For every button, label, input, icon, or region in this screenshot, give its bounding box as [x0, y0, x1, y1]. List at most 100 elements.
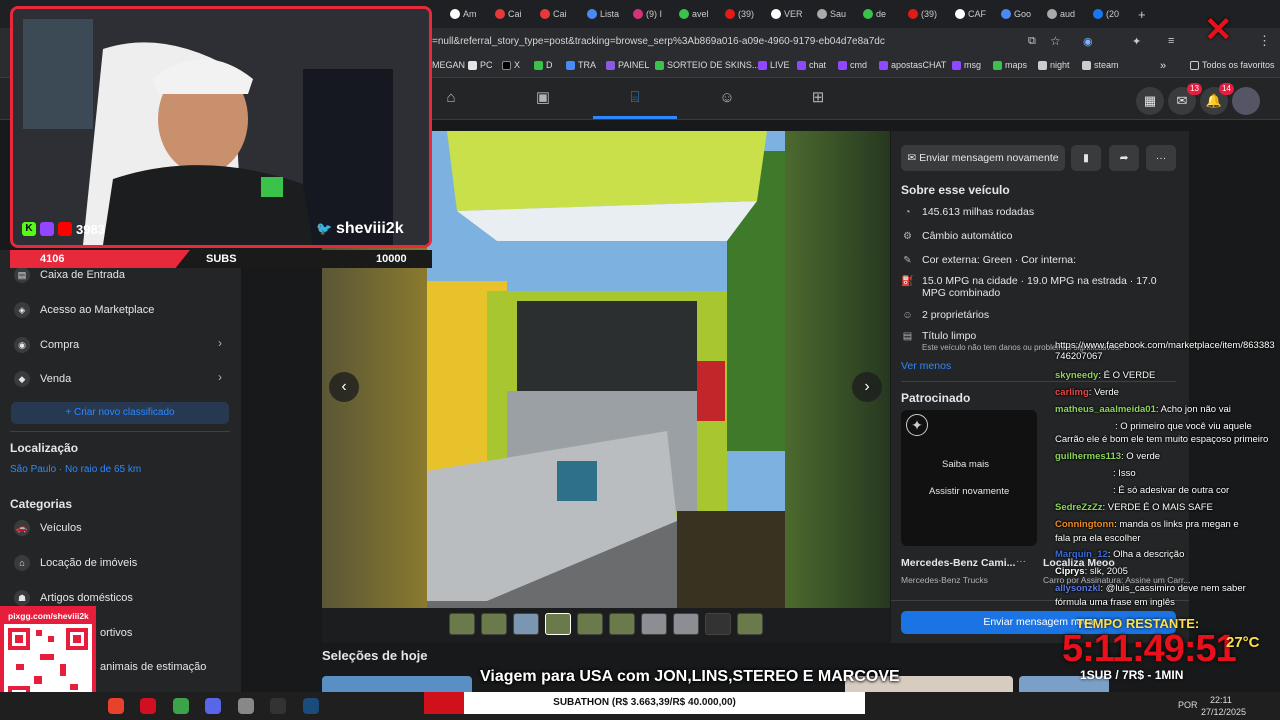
- photo-thumbnail-active[interactable]: [545, 613, 571, 635]
- bookmark-3[interactable]: D: [534, 60, 553, 70]
- tab-8[interactable]: Sau: [817, 6, 853, 22]
- reading-list-icon[interactable]: ≡: [1168, 35, 1174, 47]
- marketplace-icon[interactable]: ⌸: [625, 88, 645, 108]
- ad-learn-more[interactable]: Saiba mais: [942, 459, 989, 470]
- ad-more-icon[interactable]: ···: [1016, 556, 1026, 567]
- create-listing-button[interactable]: + Criar novo classificado: [11, 402, 229, 424]
- bag-icon: ◉: [14, 337, 30, 353]
- all-favorites[interactable]: Todos os favoritos: [1190, 60, 1275, 70]
- chat-message: : É só adesivar de outra cor: [1113, 485, 1230, 496]
- bookmark-7[interactable]: LIVE: [758, 60, 790, 70]
- bookmark-9[interactable]: cmd: [838, 60, 867, 70]
- clock-date[interactable]: 27/12/2025: [1201, 707, 1246, 717]
- bookmark-13[interactable]: night: [1038, 60, 1070, 70]
- tab-6[interactable]: (39): [725, 6, 761, 22]
- new-tab-button[interactable]: +: [1138, 6, 1150, 22]
- listing-card-thumbnail[interactable]: [322, 676, 472, 692]
- sidebar-item-access[interactable]: ◈ Acesso ao Marketplace: [14, 302, 154, 318]
- location-value[interactable]: São Paulo · No raio de 65 km: [10, 464, 141, 475]
- bookmark-11[interactable]: msg: [952, 60, 981, 70]
- bookmark-6[interactable]: SORTEIO DE SKINS...: [655, 60, 759, 70]
- tab-9[interactable]: de: [863, 6, 899, 22]
- install-icon[interactable]: ⧉: [1028, 35, 1036, 48]
- menu-grid-icon[interactable]: ▦: [1136, 87, 1164, 115]
- bookmark-0[interactable]: MEGAN: [432, 60, 465, 70]
- tab-4[interactable]: (9) I: [633, 6, 669, 22]
- discord-icon[interactable]: [205, 698, 221, 714]
- chrome-active-icon[interactable]: [173, 698, 189, 714]
- category-pets[interactable]: animais de estimação: [100, 661, 206, 673]
- profile-avatar[interactable]: [1232, 87, 1260, 115]
- extension-icon[interactable]: ◉: [1083, 35, 1093, 48]
- sidebar-item-inbox[interactable]: ▤ Caixa de Entrada: [14, 267, 125, 283]
- tab-14[interactable]: (20: [1093, 6, 1129, 22]
- app-icon[interactable]: [270, 698, 286, 714]
- tab-13[interactable]: aud: [1047, 6, 1083, 22]
- chat-message: guilhermes113: O verde: [1055, 451, 1161, 462]
- ad-title[interactable]: Mercedes-Benz Cami...: [901, 557, 1015, 569]
- messenger-icon[interactable]: ✉ 13: [1168, 83, 1202, 115]
- chat-user: SedreZzZz: [1055, 502, 1103, 513]
- star-icon[interactable]: ☆: [1050, 34, 1061, 48]
- send-message-again-button[interactable]: ✉ Enviar mensagem novamente: [901, 145, 1065, 171]
- detail-mpg: ⛽ 15.0 MPG na cidade · 19.0 MPG na estrad…: [901, 275, 1157, 299]
- bookmark-2[interactable]: X: [502, 60, 520, 70]
- bookmark-10[interactable]: apostasCHAT: [879, 60, 946, 70]
- steam-icon[interactable]: [303, 698, 319, 714]
- photo-thumbnail[interactable]: [513, 613, 539, 635]
- category-rentals[interactable]: ⌂ Locação de imóveis: [14, 555, 137, 571]
- language-indicator[interactable]: POR: [1178, 700, 1198, 710]
- video-icon[interactable]: ▣: [533, 88, 553, 108]
- app-icon[interactable]: [238, 698, 254, 714]
- category-sports[interactable]: ortivos: [100, 627, 132, 639]
- share-icon: ➦: [1119, 152, 1129, 164]
- bookmark-14[interactable]: steam: [1082, 60, 1119, 70]
- bookmark-1[interactable]: PC: [468, 60, 493, 70]
- sidebar-item-sell[interactable]: ◆ Venda: [14, 371, 71, 387]
- ad-replay[interactable]: Assistir novamente: [929, 486, 1009, 497]
- chrome-icon[interactable]: [108, 698, 124, 714]
- gearbox-icon: ⚙: [903, 231, 912, 242]
- photo-thumbnail[interactable]: [577, 613, 603, 635]
- previous-photo-button[interactable]: ‹: [329, 372, 359, 402]
- opera-icon[interactable]: [140, 698, 156, 714]
- tab-5[interactable]: avel: [679, 6, 715, 22]
- groups-icon[interactable]: ☺: [717, 88, 737, 108]
- photo-thumbnail[interactable]: [449, 613, 475, 635]
- url-text[interactable]: =null&referral_story_type=post&tracking=…: [432, 36, 885, 47]
- sidebar-item-buy[interactable]: ◉ Compra: [14, 337, 79, 353]
- tab-1[interactable]: Cai: [495, 6, 531, 22]
- tab-12[interactable]: Goo: [1001, 6, 1037, 22]
- bookmark-4[interactable]: TRA: [566, 60, 596, 70]
- share-button[interactable]: ➦: [1109, 145, 1139, 171]
- bookmark-5[interactable]: PAINEL: [606, 60, 649, 70]
- photo-thumbnail[interactable]: [641, 613, 667, 635]
- photo-thumbnail[interactable]: [705, 613, 731, 635]
- bookmark-8[interactable]: chat: [797, 60, 826, 70]
- category-home[interactable]: ☗ Artigos domésticos: [14, 590, 133, 606]
- subs-progress-fill: [10, 250, 190, 268]
- notifications-icon[interactable]: 🔔 14: [1200, 83, 1234, 115]
- photo-thumbnail[interactable]: [481, 613, 507, 635]
- gaming-icon[interactable]: ⊞: [808, 88, 828, 108]
- menu-dots-icon[interactable]: ⋮: [1258, 33, 1271, 49]
- save-button[interactable]: ▮: [1071, 145, 1101, 171]
- tab-2[interactable]: Cai: [540, 6, 576, 22]
- clock-time[interactable]: 22:11: [1210, 695, 1232, 705]
- tab-7[interactable]: VER: [771, 6, 807, 22]
- puzzle-icon[interactable]: ✦: [1132, 35, 1141, 48]
- tab-0[interactable]: Am: [450, 6, 486, 22]
- tab-3[interactable]: Lista: [587, 6, 623, 22]
- category-vehicles[interactable]: 🚗 Veículos: [14, 520, 82, 536]
- more-options-button[interactable]: ···: [1146, 145, 1176, 171]
- photo-thumbnail[interactable]: [609, 613, 635, 635]
- bookmark-12[interactable]: maps: [993, 60, 1027, 70]
- tab-10[interactable]: (39): [908, 6, 944, 22]
- bookmarks-more[interactable]: »: [1160, 60, 1166, 72]
- photo-thumbnail[interactable]: [673, 613, 699, 635]
- tab-11[interactable]: CAF: [955, 6, 991, 22]
- see-less-link[interactable]: Ver menos: [901, 360, 951, 372]
- home-icon[interactable]: ⌂: [441, 88, 461, 108]
- photo-thumbnail[interactable]: [737, 613, 763, 635]
- next-photo-button[interactable]: ›: [852, 372, 882, 402]
